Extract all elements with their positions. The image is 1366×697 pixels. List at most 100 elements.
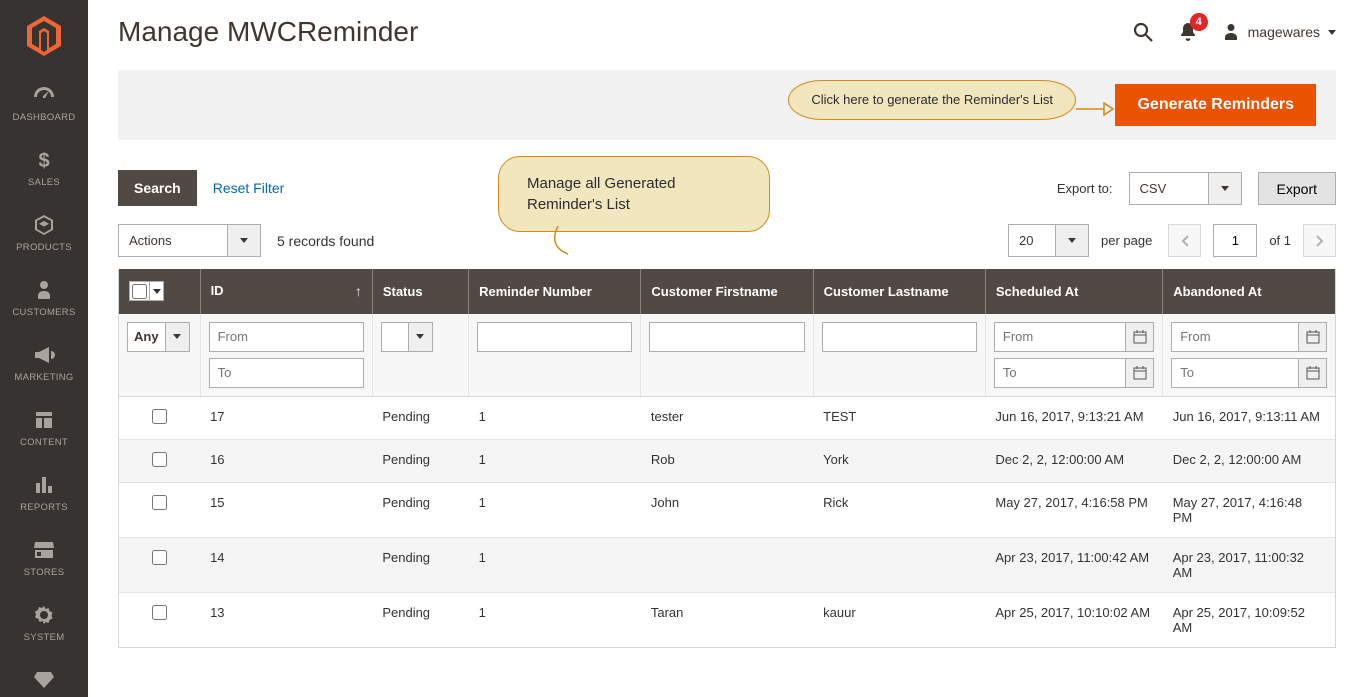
row-checkbox[interactable]: [152, 452, 167, 467]
cell-abandoned-at: May 27, 2017, 4:16:48 PM: [1163, 482, 1335, 537]
col-abandoned-at[interactable]: Abandoned At: [1163, 269, 1335, 314]
calendar-icon[interactable]: [1298, 323, 1326, 351]
select-all-checkbox[interactable]: [132, 284, 147, 299]
layout-icon: [31, 407, 57, 433]
cell-reminder-number: 1: [469, 537, 641, 592]
sidebar-label: PRODUCTS: [16, 242, 72, 253]
col-firstname[interactable]: Customer Firstname: [641, 269, 813, 314]
next-page-button[interactable]: [1303, 224, 1336, 257]
magento-logo[interactable]: [0, 0, 88, 72]
calendar-icon[interactable]: [1125, 323, 1153, 351]
chevron-down-icon[interactable]: [149, 282, 163, 300]
records-found: 5 records found: [277, 233, 374, 249]
filter-id-from[interactable]: [209, 322, 364, 352]
filter-reminder-number[interactable]: [477, 322, 632, 352]
sidebar-label: SYSTEM: [24, 632, 65, 643]
table-row[interactable]: 13Pending1TarankauurApr 25, 2017, 10:10:…: [119, 592, 1335, 647]
col-status[interactable]: Status: [372, 269, 468, 314]
chevron-down-icon[interactable]: [166, 322, 190, 352]
user-menu[interactable]: magewares: [1222, 22, 1336, 42]
notifications-icon[interactable]: 4: [1178, 21, 1198, 43]
col-reminder-number[interactable]: Reminder Number: [469, 269, 641, 314]
filter-lastname[interactable]: [822, 322, 977, 352]
chevron-down-icon[interactable]: [1209, 172, 1242, 205]
page-input[interactable]: [1213, 224, 1257, 257]
cell-id: 13: [200, 592, 372, 647]
megaphone-icon: [31, 342, 57, 368]
col-lastname[interactable]: Customer Lastname: [813, 269, 985, 314]
table-row[interactable]: 17Pending1testerTESTJun 16, 2017, 9:13:2…: [119, 396, 1335, 439]
col-id[interactable]: ID↑: [200, 269, 372, 314]
cell-firstname: tester: [641, 396, 813, 439]
mass-actions-value: Actions: [118, 224, 228, 257]
cell-scheduled-at: Apr 23, 2017, 11:00:42 AM: [985, 537, 1162, 592]
sidebar-item-dashboard[interactable]: DASHBOARD: [0, 72, 88, 137]
gear-icon: [31, 602, 57, 628]
dashboard-icon: [31, 82, 57, 108]
box-icon: [31, 212, 57, 238]
sidebar-item-system[interactable]: SYSTEM: [0, 592, 88, 657]
cell-status: Pending: [372, 396, 468, 439]
cell-status: Pending: [372, 439, 468, 482]
cell-scheduled-at: Dec 2, 2, 12:00:00 AM: [985, 439, 1162, 482]
export-format-select[interactable]: CSV: [1129, 172, 1242, 205]
filter-status-select[interactable]: [381, 322, 460, 352]
cell-lastname: Rick: [813, 482, 985, 537]
dollar-icon: $: [31, 147, 57, 173]
sidebar-label: REPORTS: [20, 502, 68, 513]
of-pages-label: of 1: [1269, 233, 1291, 248]
sidebar-item-extra[interactable]: [0, 657, 88, 697]
generate-reminders-button[interactable]: Generate Reminders: [1115, 84, 1316, 126]
cell-reminder-number: 1: [469, 396, 641, 439]
col-scheduled-at[interactable]: Scheduled At: [985, 269, 1162, 314]
bar-chart-icon: [31, 472, 57, 498]
cell-firstname: [641, 537, 813, 592]
sidebar-item-content[interactable]: CONTENT: [0, 397, 88, 462]
chevron-down-icon[interactable]: [409, 322, 433, 352]
col-select-all[interactable]: [119, 269, 200, 314]
row-checkbox[interactable]: [152, 495, 167, 510]
export-format-value: CSV: [1129, 172, 1209, 205]
sidebar-item-reports[interactable]: REPORTS: [0, 462, 88, 527]
calendar-icon[interactable]: [1298, 359, 1326, 387]
search-icon[interactable]: [1132, 21, 1154, 43]
table-row[interactable]: 15Pending1JohnRickMay 27, 2017, 4:16:58 …: [119, 482, 1335, 537]
cell-lastname: [813, 537, 985, 592]
cell-lastname: York: [813, 439, 985, 482]
prev-page-button[interactable]: [1168, 224, 1201, 257]
calendar-icon[interactable]: [1125, 359, 1153, 387]
sidebar-label: CUSTOMERS: [12, 307, 75, 318]
callout-generate: Click here to generate the Reminder's Li…: [788, 80, 1076, 120]
cell-status: Pending: [372, 592, 468, 647]
table-row[interactable]: 16Pending1RobYorkDec 2, 2, 12:00:00 AMDe…: [119, 439, 1335, 482]
filter-select-any[interactable]: Any: [127, 322, 192, 352]
search-button[interactable]: Search: [118, 170, 197, 206]
sidebar-item-sales[interactable]: $ SALES: [0, 137, 88, 202]
sidebar-item-marketing[interactable]: MARKETING: [0, 332, 88, 397]
cell-scheduled-at: Jun 16, 2017, 9:13:21 AM: [985, 396, 1162, 439]
sidebar-item-products[interactable]: PRODUCTS: [0, 202, 88, 267]
sidebar-item-customers[interactable]: CUSTOMERS: [0, 267, 88, 332]
user-icon: [1222, 22, 1240, 42]
mass-actions-select[interactable]: Actions: [118, 224, 261, 257]
chevron-down-icon[interactable]: [1056, 224, 1089, 257]
cell-scheduled-at: May 27, 2017, 4:16:58 PM: [985, 482, 1162, 537]
row-checkbox[interactable]: [152, 550, 167, 565]
table-row[interactable]: 14Pending1Apr 23, 2017, 11:00:42 AMApr 2…: [119, 537, 1335, 592]
row-checkbox[interactable]: [152, 409, 167, 424]
reset-filter-link[interactable]: Reset Filter: [213, 180, 285, 196]
sidebar-label: DASHBOARD: [13, 112, 76, 123]
cell-status: Pending: [372, 482, 468, 537]
chevron-down-icon[interactable]: [228, 224, 261, 257]
cell-reminder-number: 1: [469, 592, 641, 647]
chevron-down-icon: [1328, 30, 1336, 35]
filter-firstname[interactable]: [649, 322, 804, 352]
filter-id-to[interactable]: [209, 358, 364, 388]
cell-status: Pending: [372, 537, 468, 592]
action-bar: Click here to generate the Reminder's Li…: [118, 70, 1336, 140]
sidebar-item-stores[interactable]: STORES: [0, 527, 88, 592]
export-button[interactable]: Export: [1258, 172, 1336, 205]
row-checkbox[interactable]: [152, 605, 167, 620]
sidebar-label: SALES: [28, 177, 60, 188]
page-size-select[interactable]: 20: [1008, 224, 1089, 257]
